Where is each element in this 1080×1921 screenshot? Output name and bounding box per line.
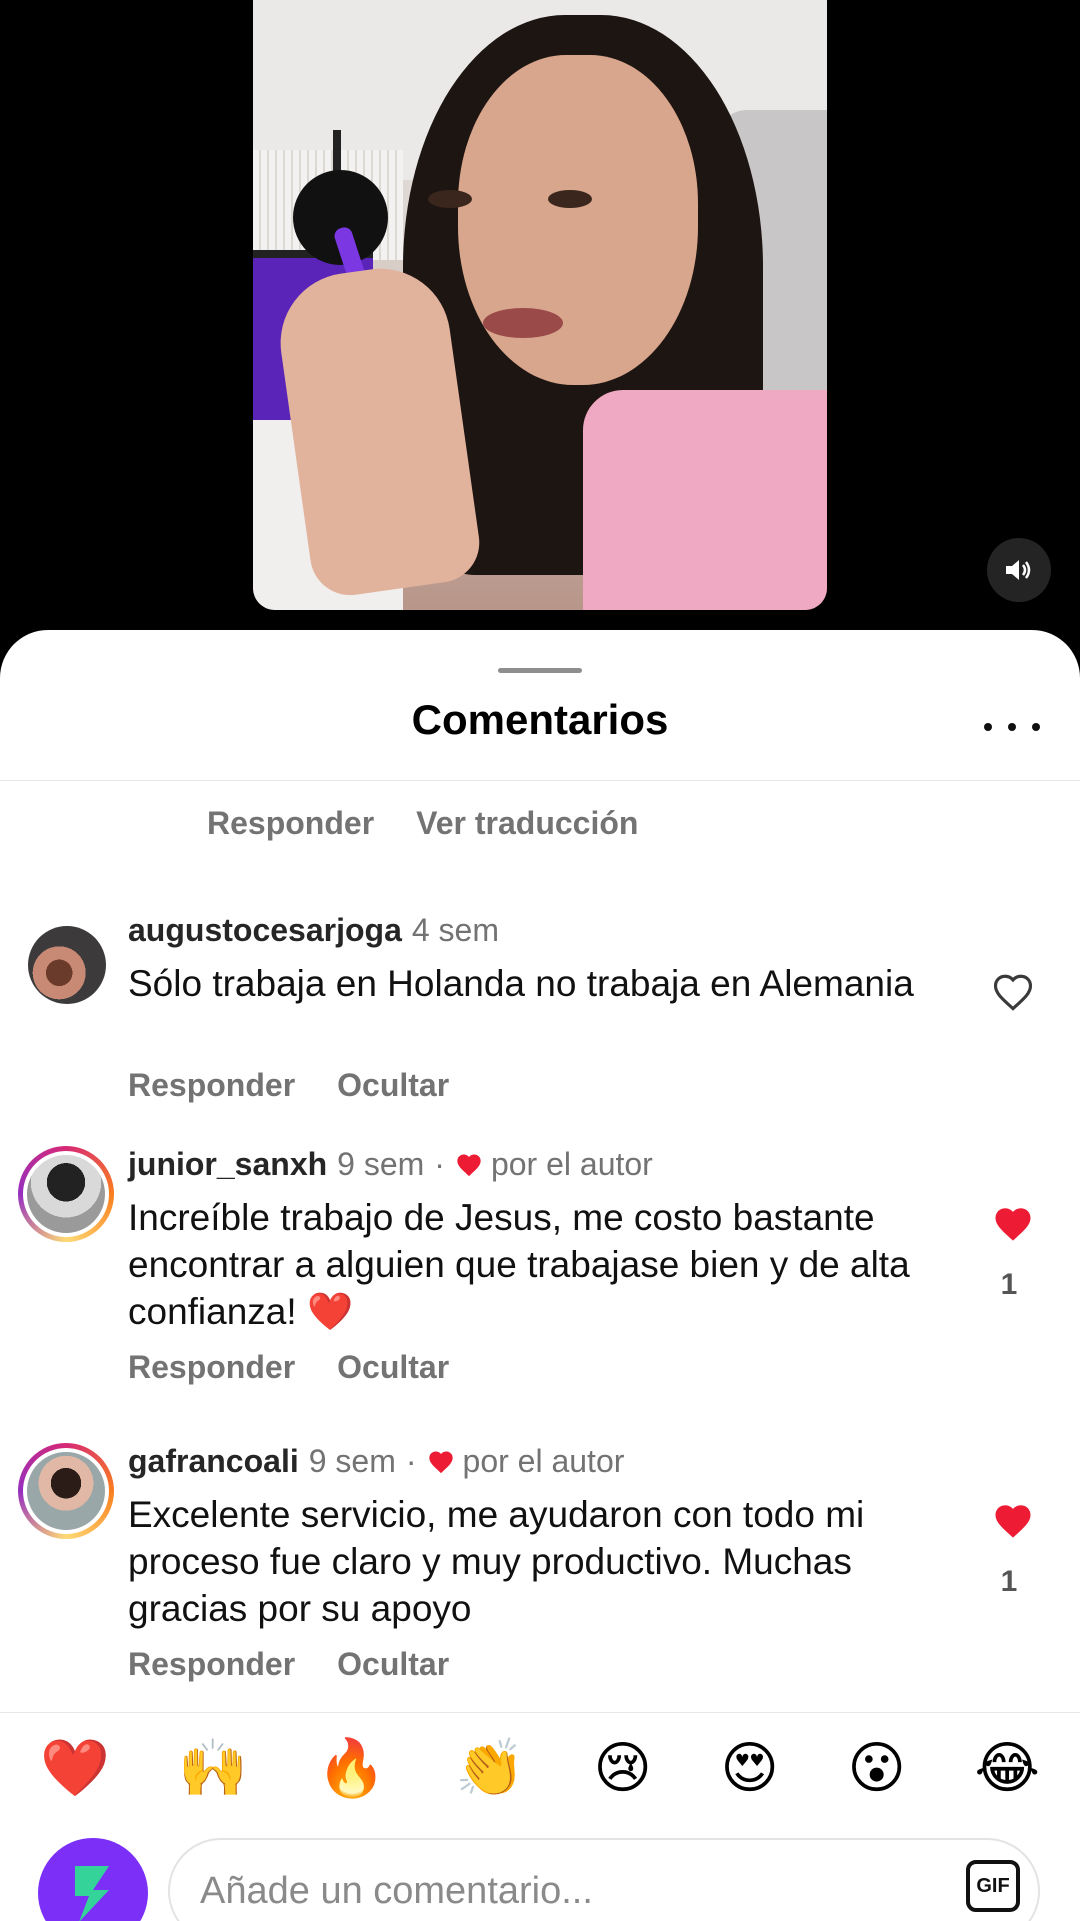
drag-handle[interactable] <box>498 668 582 673</box>
comment-actions: Responder Ocultar <box>128 1349 449 1386</box>
sheet-title: Comentarios <box>411 696 669 743</box>
separator-dot: · <box>434 1146 445 1182</box>
heart-filled-icon <box>428 1451 453 1473</box>
video-person-eye-left <box>428 190 472 208</box>
video-person-face <box>458 55 698 385</box>
author-badge-text: por el autor <box>462 1443 625 1479</box>
partial-comment-actions: Responder Ver traducción <box>207 805 638 842</box>
comment-time: 4 sem <box>411 912 499 948</box>
hide-button[interactable]: Ocultar <box>337 1646 449 1683</box>
heart-outline-icon[interactable] <box>992 972 1034 1012</box>
liked-by-author-badge: por el autor <box>427 1443 625 1480</box>
avatar[interactable] <box>18 1146 114 1242</box>
comment-text: Excelente servicio, me ayudaron con todo… <box>128 1494 865 1629</box>
comment-input-placeholder: Añade un comentario... <box>200 1869 593 1912</box>
more-options-button[interactable] <box>984 712 1040 742</box>
comment-text: Sólo trabaja en Holanda no trabaja en Al… <box>128 963 914 1004</box>
avatar[interactable] <box>38 1838 148 1921</box>
video-area[interactable] <box>0 0 1080 640</box>
sound-toggle-button[interactable] <box>987 538 1051 602</box>
author-badge-text: por el autor <box>490 1146 653 1182</box>
video-person-mouth <box>483 308 563 338</box>
comment-time: 9 sem <box>308 1443 396 1479</box>
emoji-heart-eyes-button[interactable]: 😍 <box>720 1735 778 1801</box>
reply-button[interactable]: Responder <box>207 805 374 842</box>
liked-by-author-badge: por el autor <box>455 1146 653 1183</box>
video-person-dress <box>583 390 827 610</box>
like-count: 1 <box>1000 1565 1018 1598</box>
reply-button[interactable]: Responder <box>128 1349 295 1386</box>
hide-button[interactable]: Ocultar <box>337 1349 449 1386</box>
emoji-raised-hands-button[interactable]: 🙌 <box>178 1735 248 1801</box>
comment-username[interactable]: augustocesarjoga <box>128 912 402 949</box>
comment-composer: Añade un comentario... GIF <box>0 1832 1080 1921</box>
comment-header: junior_sanxh 9 sem · por el autor <box>128 1146 653 1183</box>
video-person-eye-right <box>548 190 592 208</box>
avatar-image <box>28 926 106 1004</box>
comment-username[interactable]: junior_sanxh <box>128 1146 327 1183</box>
ellipsis-dot <box>1008 723 1016 731</box>
comment-header: augustocesarjoga 4 sem <box>128 912 499 949</box>
comment-text: Increíble trabajo de Jesus, me costo bas… <box>128 1197 910 1332</box>
avatar[interactable] <box>28 926 106 1004</box>
heart-filled-icon <box>457 1154 481 1176</box>
separator-dot: · <box>405 1443 417 1479</box>
comment-header: gafrancoali 9 sem · por el autor <box>128 1443 624 1480</box>
see-translation-button[interactable]: Ver traducción <box>416 805 638 842</box>
comment-time: 9 sem <box>337 1146 425 1182</box>
comment-actions: Responder Ocultar <box>128 1646 449 1683</box>
comment-input[interactable]: Añade un comentario... <box>168 1838 1040 1921</box>
gif-button[interactable]: GIF <box>966 1860 1020 1912</box>
emoji-surprised-button[interactable]: 😮 <box>847 1735 905 1801</box>
emoji-crying-button[interactable]: 😢 <box>593 1735 651 1801</box>
emoji-heart-button[interactable]: ❤️ <box>40 1735 110 1801</box>
heart-filled-icon[interactable] <box>992 1204 1034 1244</box>
emoji-laughing-button[interactable]: 😂 <box>974 1735 1039 1801</box>
video-player[interactable] <box>253 0 827 610</box>
reply-button[interactable]: Responder <box>128 1646 295 1683</box>
hide-button[interactable]: Ocultar <box>337 1067 449 1104</box>
ellipsis-icon <box>984 723 992 731</box>
ellipsis-dot <box>1032 723 1040 731</box>
avatar-image <box>23 1448 109 1534</box>
heart-filled-icon[interactable] <box>992 1501 1034 1541</box>
emoji-fire-button[interactable]: 🔥 <box>317 1735 387 1801</box>
emoji-reaction-bar: ❤️ 🙌 🔥 👏 😢 😍 😮 😂 <box>0 1735 1080 1801</box>
avatar-image <box>23 1151 109 1237</box>
like-count: 1 <box>1000 1268 1018 1301</box>
speaker-icon <box>1006 560 1031 580</box>
emoji-clap-button[interactable]: 👏 <box>455 1735 525 1801</box>
comment-username[interactable]: gafrancoali <box>128 1443 299 1480</box>
comment-actions: Responder Ocultar <box>128 1067 449 1104</box>
lightning-logo-icon <box>75 1866 109 1921</box>
divider <box>0 1712 1080 1713</box>
avatar[interactable] <box>18 1443 114 1539</box>
divider <box>0 780 1080 781</box>
reply-button[interactable]: Responder <box>128 1067 295 1104</box>
comments-sheet: Comentarios Responder Ver traducción aug… <box>0 630 1080 1921</box>
